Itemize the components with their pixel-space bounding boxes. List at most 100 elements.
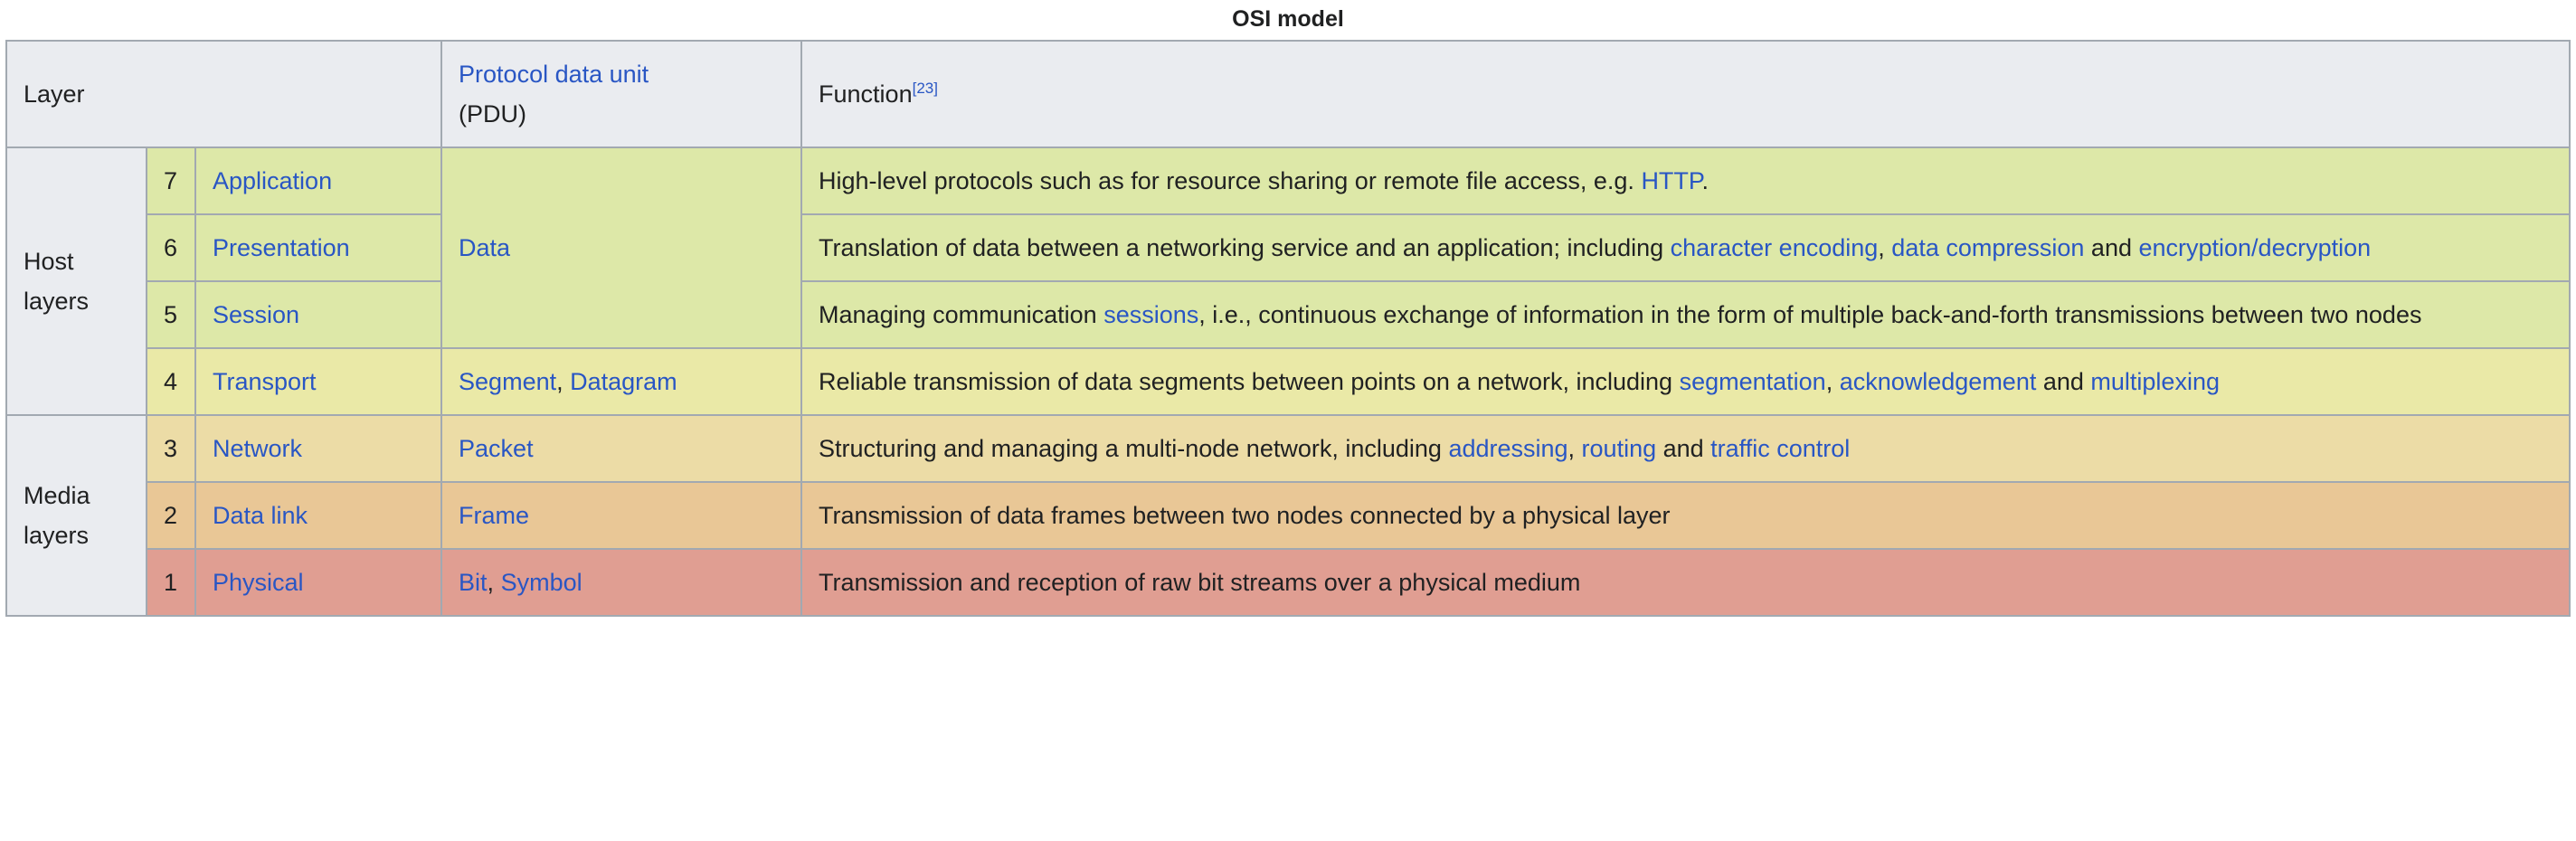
inline-link-traffic-control[interactable]: traffic control — [1710, 435, 1850, 462]
group-cell-host-layers: Host layers — [5, 146, 147, 416]
inline-text: , — [1567, 435, 1582, 462]
pdu-header-link[interactable]: Protocol data unit — [459, 61, 649, 88]
table-row-layer-5: 5 Session Managing communication session… — [6, 280, 2571, 349]
osi-model-figure: OSI model Layer Protocol data unit (PDU)… — [0, 0, 2576, 841]
inline-link-sessions[interactable]: sessions — [1103, 301, 1198, 328]
function-text-layer-6: Translation of data between a networking… — [819, 234, 2371, 261]
header-function-label: Function — [819, 80, 913, 108]
pdu-parts-packet: Packet — [459, 435, 534, 462]
layer-link-data-link[interactable]: Data link — [213, 502, 308, 529]
function-text-layer-3: Structuring and managing a multi-node ne… — [819, 435, 1850, 462]
pdu-cell-bit-symbol: Bit, Symbol — [440, 548, 803, 617]
inline-link-addressing[interactable]: addressing — [1448, 435, 1567, 462]
group-cell-media-layers: Media layers — [5, 414, 147, 617]
layer-link-transport[interactable]: Transport — [213, 368, 317, 395]
pdu-parts-segment-datagram: Segment, Datagram — [459, 368, 677, 395]
function-text-layer-4: Reliable transmission of data segments b… — [819, 368, 2220, 395]
function-cell-layer-7: High-level protocols such as for resourc… — [800, 146, 2571, 215]
function-text-layer-1: Transmission and reception of raw bit st… — [819, 569, 1580, 596]
layer-name-application: Application — [194, 146, 443, 215]
pdu-cell-packet: Packet — [440, 414, 803, 483]
function-cell-layer-2: Transmission of data frames between two … — [800, 481, 2571, 550]
inline-text: , — [487, 569, 501, 596]
function-cell-layer-4: Reliable transmission of data segments b… — [800, 347, 2571, 416]
layer-link-application[interactable]: Application — [213, 167, 332, 194]
layer-name-physical: Physical — [194, 548, 443, 617]
layer-link-presentation[interactable]: Presentation — [213, 234, 350, 261]
layer-link-physical[interactable]: Physical — [213, 569, 304, 596]
inline-link-character-encoding[interactable]: character encoding — [1671, 234, 1879, 261]
inline-text: High-level protocols such as for resourc… — [819, 167, 1642, 194]
citation-link-23[interactable]: [23] — [913, 80, 938, 97]
inline-link-segment[interactable]: Segment — [459, 368, 556, 395]
layer-name-network: Network — [194, 414, 443, 483]
function-text-layer-2: Transmission of data frames between two … — [819, 502, 1671, 529]
header-function: Function[23] — [800, 40, 2571, 148]
layer-link-network[interactable]: Network — [213, 435, 302, 462]
inline-text: Transmission and reception of raw bit st… — [819, 569, 1581, 596]
inline-link-data-compression[interactable]: data compression — [1891, 234, 2084, 261]
inline-link-segmentation[interactable]: segmentation — [1680, 368, 1826, 395]
inline-link-routing[interactable]: routing — [1582, 435, 1657, 462]
layer-number-4: 4 — [146, 347, 196, 416]
inline-text: , — [1825, 368, 1840, 395]
inline-link-data[interactable]: Data — [459, 234, 510, 261]
function-cell-layer-1: Transmission and reception of raw bit st… — [800, 548, 2571, 617]
inline-text: and — [1656, 435, 1711, 462]
inline-link-datagram[interactable]: Datagram — [570, 368, 677, 395]
table-caption: OSI model — [1232, 6, 1344, 32]
table-row-layer-3: Media layers 3 Network Packet Structurin… — [5, 414, 2571, 617]
layer-link-session[interactable]: Session — [213, 301, 299, 328]
layer-name-presentation: Presentation — [194, 213, 443, 282]
pdu-parts-frame: Frame — [459, 502, 529, 529]
function-text-layer-5: Managing communication sessions, i.e., c… — [819, 301, 2421, 328]
citation-ref: [23] — [913, 80, 938, 97]
layer-number-2: 2 — [146, 481, 196, 550]
layer-number-1: 1 — [146, 548, 196, 617]
inline-text: Structuring and managing a multi-node ne… — [819, 435, 1449, 462]
inline-link-symbol[interactable]: Symbol — [501, 569, 582, 596]
pdu-parts-data: Data — [459, 234, 510, 261]
header-protocol-data-unit: Protocol data unit (PDU) — [440, 40, 803, 148]
inline-text: Managing communication — [819, 301, 1104, 328]
function-cell-layer-3: Structuring and managing a multi-node ne… — [800, 414, 2571, 483]
layer-name-transport: Transport — [194, 347, 443, 416]
pdu-parts-bit-symbol: Bit, Symbol — [459, 569, 582, 596]
header-layer: Layer — [5, 40, 443, 148]
inline-link-packet[interactable]: Packet — [459, 435, 534, 462]
inline-link-http[interactable]: HTTP — [1641, 167, 1701, 194]
inline-link-multiplexing[interactable]: multiplexing — [2090, 368, 2220, 395]
layer-name-session: Session — [194, 280, 443, 349]
layer-number-5: 5 — [146, 280, 196, 349]
table-row-layer-1: 1 Physical Bit, Symbol Transmission and … — [6, 548, 2571, 617]
table-row-layer-6: 6 Presentation Translation of data betwe… — [6, 213, 2571, 282]
table-body: Host layers 7 Application Data High-leve… — [5, 146, 2571, 617]
function-text-layer-7: High-level protocols such as for resourc… — [819, 167, 1709, 194]
inline-link-encryption-decryption[interactable]: encryption/decryption — [2138, 234, 2371, 261]
layer-name-data-link: Data link — [194, 481, 443, 550]
inline-text: . — [1701, 167, 1709, 194]
inline-text: Transmission of data frames between two … — [819, 502, 1671, 529]
pdu-cell-frame: Frame — [440, 481, 803, 550]
inline-text: and — [2036, 368, 2091, 395]
pdu-cell-data: Data — [440, 146, 803, 349]
pdu-cell-segment-datagram: Segment, Datagram — [440, 347, 803, 416]
inline-text: Translation of data between a networking… — [819, 234, 1671, 261]
table-row-layer-4: 4 Transport Segment, Datagram Reliable t… — [6, 347, 2571, 416]
inline-text: Reliable transmission of data segments b… — [819, 368, 1680, 395]
table-row-layer-2: 2 Data link Frame Transmission of data f… — [6, 481, 2571, 550]
table-header-row: Layer Protocol data unit (PDU) Function[… — [5, 40, 2571, 148]
layer-number-6: 6 — [146, 213, 196, 282]
inline-link-frame[interactable]: Frame — [459, 502, 529, 529]
inline-text: and — [2084, 234, 2139, 261]
inline-text: , — [1878, 234, 1892, 261]
layer-number-7: 7 — [146, 146, 196, 215]
pdu-header-abbrev: (PDU) — [459, 100, 527, 128]
inline-link-bit[interactable]: Bit — [459, 569, 488, 596]
layer-number-3: 3 — [146, 414, 196, 483]
inline-link-acknowledgement[interactable]: acknowledgement — [1840, 368, 2037, 395]
osi-model-table: Layer Protocol data unit (PDU) Function[… — [5, 40, 2571, 617]
inline-text: , — [556, 368, 571, 395]
inline-text: , i.e., continuous exchange of informati… — [1198, 301, 2422, 328]
function-cell-layer-6: Translation of data between a networking… — [800, 213, 2571, 282]
